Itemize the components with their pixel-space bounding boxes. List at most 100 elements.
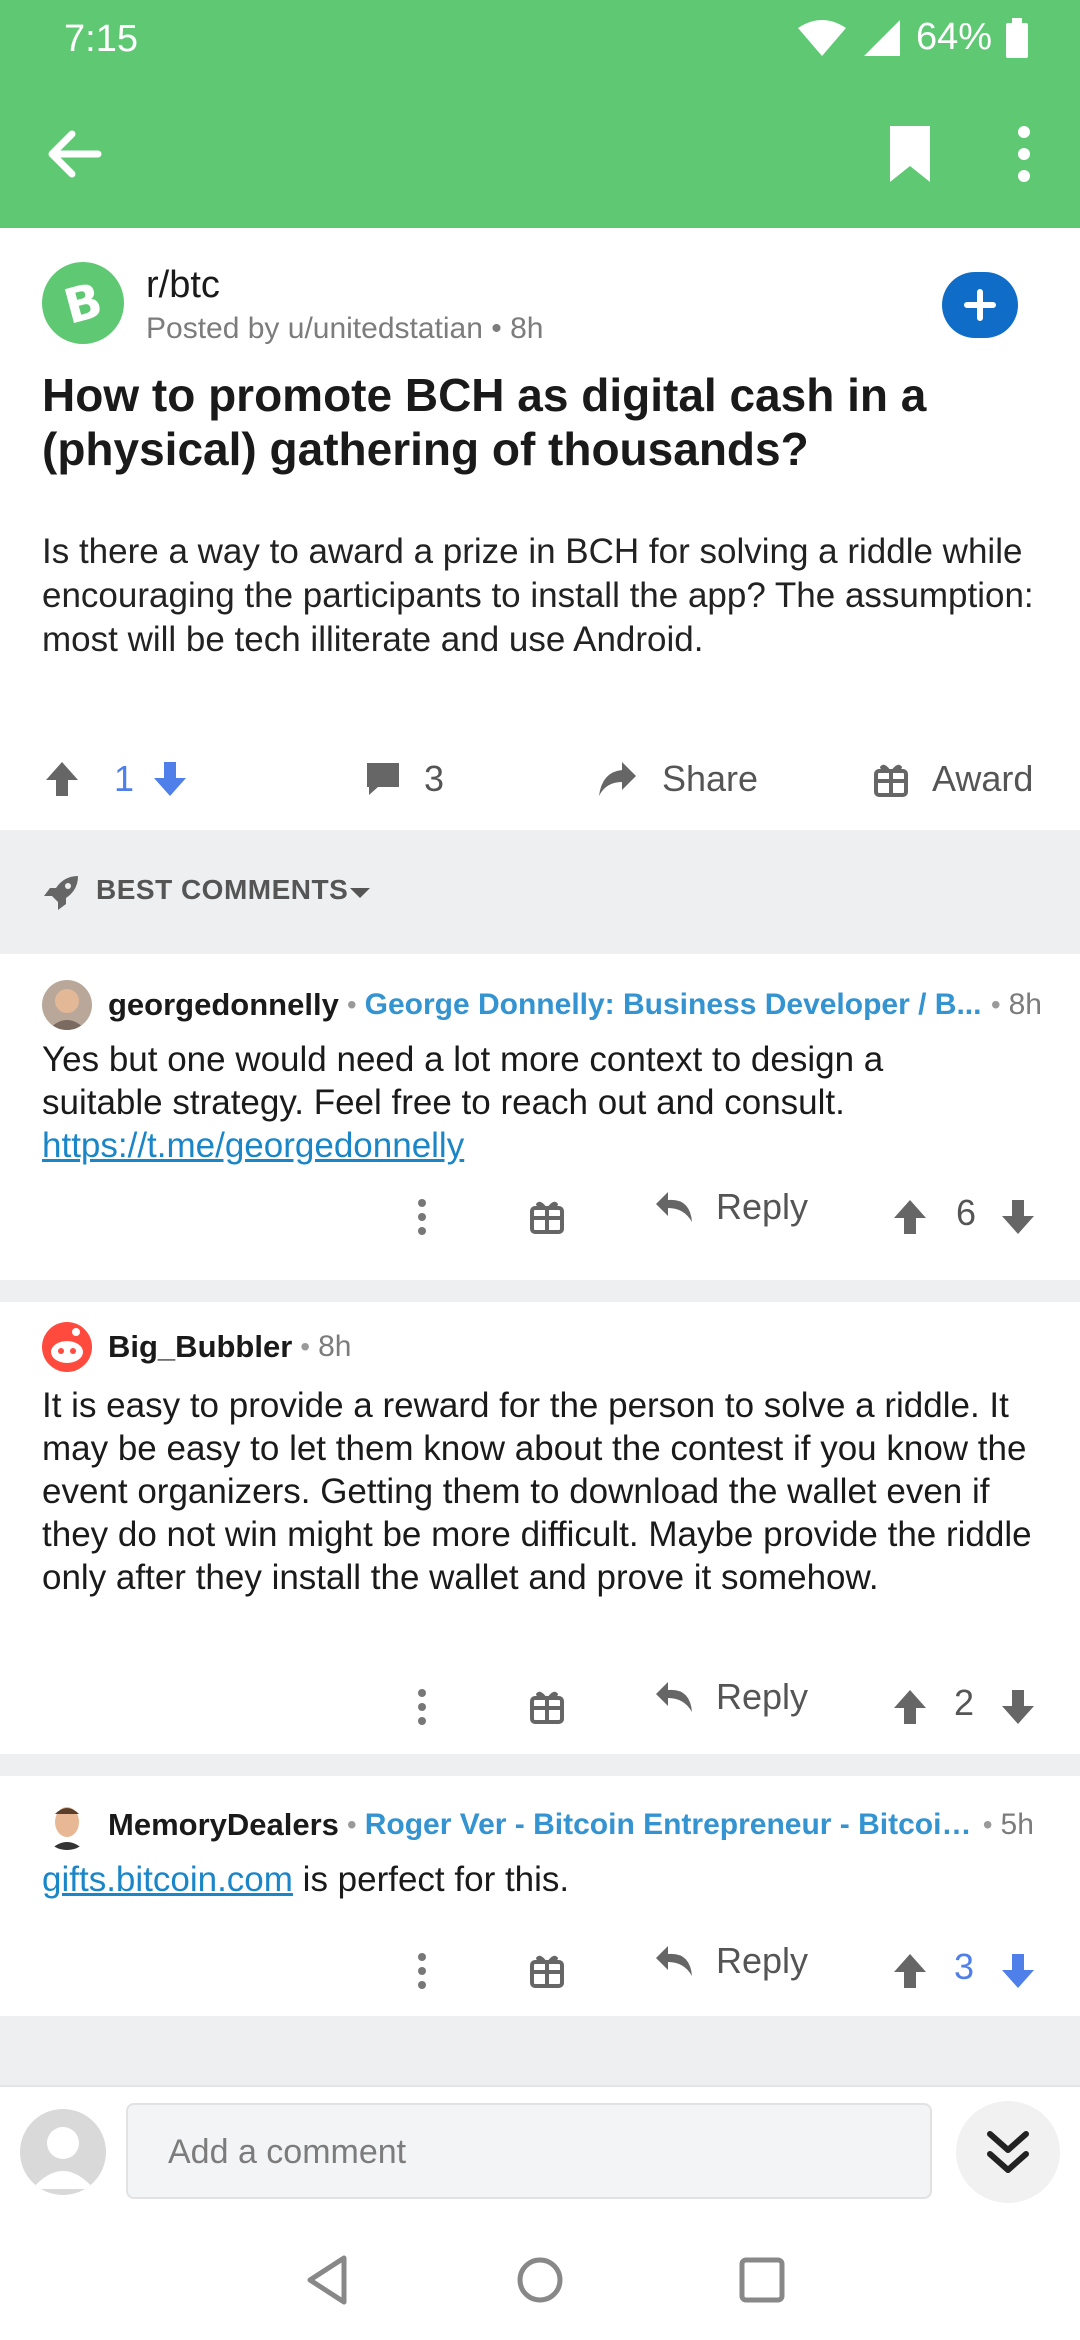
more-options-icon[interactable] — [414, 1198, 430, 1236]
comment-item: Big_Bubbler • 8h It is easy to provide a… — [0, 1302, 1080, 1754]
comment-body: gifts.bitcoin.com is perfect for this. — [42, 1858, 1052, 1901]
comment-actions: Reply 6 — [0, 1176, 1080, 1256]
nav-recents-icon[interactable] — [734, 2252, 790, 2308]
comment-score: 3 — [954, 1946, 975, 1987]
comment-actions: Reply 2 — [0, 1666, 1080, 1746]
upvote-icon[interactable] — [892, 1688, 928, 1726]
upvote-icon[interactable] — [44, 760, 80, 798]
svg-text:B: B — [58, 274, 108, 332]
gift-icon[interactable] — [530, 1952, 564, 1988]
reply-label: Reply — [716, 1186, 809, 1227]
user-photo-icon — [42, 1800, 92, 1850]
nav-home-icon[interactable] — [512, 2252, 568, 2308]
post-actions: 1 3 Share Award — [0, 728, 1080, 828]
wifi-icon — [797, 19, 846, 56]
system-nav-bar — [0, 2216, 1080, 2340]
comment-age: 8h — [318, 1330, 352, 1363]
post-title: How to promote BCH as digital cash in a … — [42, 369, 927, 475]
upvote-icon[interactable] — [892, 1952, 928, 1990]
award-button[interactable]: Award — [874, 758, 1033, 800]
downvote-icon[interactable] — [152, 760, 188, 798]
double-chevron-down-icon — [987, 2131, 1029, 2173]
reply-button[interactable]: Reply — [654, 1186, 808, 1228]
more-options-icon[interactable] — [1002, 122, 1046, 186]
avatar[interactable] — [20, 2109, 106, 2195]
comments-button[interactable]: 3 — [364, 758, 444, 800]
comment-username[interactable]: georgedonnelly — [108, 987, 339, 1023]
comment-age: 5h — [1000, 1808, 1034, 1841]
comment-actions: Reply 3 — [0, 1930, 1080, 2010]
post-author[interactable]: Posted by u/unitedstatian — [146, 312, 483, 345]
gift-icon — [874, 764, 908, 797]
post-card: B r/btc Posted by u/unitedstatian • 8h H… — [0, 228, 1080, 828]
more-options-icon[interactable] — [414, 1952, 430, 1990]
comment-input[interactable]: Add a comment — [126, 2103, 932, 2199]
reply-label: Reply — [716, 1940, 809, 1981]
more-options-icon[interactable] — [414, 1688, 430, 1726]
award-label: Award — [932, 758, 1034, 799]
upvote-icon[interactable] — [892, 1198, 928, 1236]
reply-icon — [656, 1192, 692, 1222]
comment-body: It is easy to provide a reward for the p… — [42, 1386, 1032, 1597]
gift-icon[interactable] — [530, 1688, 564, 1724]
avatar[interactable] — [42, 1322, 92, 1372]
join-subreddit-button[interactable] — [942, 272, 1018, 338]
comment-header: MemoryDealers • Roger Ver - Bitcoin Entr… — [42, 1800, 1042, 1850]
status-time: 7:15 — [64, 18, 138, 60]
comment-link[interactable]: gifts.bitcoin.com — [42, 1860, 293, 1899]
share-arrow-icon — [599, 762, 636, 796]
sort-label: BEST COMMENTS — [96, 874, 349, 905]
post-meta: Posted by u/unitedstatian • 8h — [146, 312, 544, 345]
avatar[interactable] — [42, 1800, 92, 1850]
bookmark-icon[interactable] — [880, 122, 940, 186]
comment-item: MemoryDealers • Roger Ver - Bitcoin Entr… — [0, 1776, 1080, 2016]
comment-sort-bar[interactable]: BEST COMMENTS — [0, 830, 1080, 954]
comment-text: Yes but one would need a lot more contex… — [42, 1040, 884, 1122]
back-arrow-icon[interactable] — [44, 124, 104, 184]
user-flair: George Donnelly: Business Developer / B.… — [364, 988, 982, 1021]
comment-body: Yes but one would need a lot more contex… — [42, 1038, 962, 1167]
downvote-icon[interactable] — [1000, 1952, 1036, 1990]
comment-score: 2 — [954, 1682, 975, 1723]
share-button[interactable]: Share — [596, 758, 758, 800]
rocket-icon — [44, 876, 78, 910]
chevron-down-icon — [350, 888, 370, 898]
comment-header: georgedonnelly • George Donnelly: Busine… — [42, 980, 1042, 1030]
reply-button[interactable]: Reply — [654, 1940, 808, 1982]
comments-end-spacer — [0, 2016, 1080, 2085]
downvote-icon[interactable] — [1000, 1688, 1036, 1726]
downvote-icon[interactable] — [1000, 1198, 1036, 1236]
comment-score: 6 — [956, 1192, 977, 1233]
nav-back-icon[interactable] — [300, 2252, 356, 2308]
post-age: 8h — [510, 312, 544, 345]
status-icons: 64% — [796, 16, 1028, 59]
status-bar: 7:15 64% — [0, 0, 1080, 84]
comment-username[interactable]: Big_Bubbler — [108, 1329, 292, 1365]
comment-icon — [367, 763, 399, 795]
snoo-avatar-icon — [42, 1322, 92, 1372]
divider — [0, 1754, 1080, 1776]
next-comment-button[interactable] — [956, 2101, 1060, 2203]
user-photo-icon — [42, 980, 92, 1030]
avatar[interactable] — [42, 980, 92, 1030]
app-bar — [0, 100, 1080, 210]
battery-level: 64% — [915, 16, 992, 58]
post-body: Is there a way to award a prize in BCH f… — [42, 532, 1034, 659]
user-flair: Roger Ver - Bitcoin Entrepreneur - Bitco… — [364, 1808, 975, 1841]
comment-composer: Add a comment — [0, 2085, 1080, 2215]
plus-icon — [964, 289, 996, 321]
reply-label: Reply — [716, 1676, 809, 1717]
comment-link[interactable]: https://t.me/georgedonnelly — [42, 1126, 464, 1165]
comment-username[interactable]: MemoryDealers — [108, 1807, 339, 1843]
subreddit-icon[interactable]: B — [42, 262, 124, 344]
comment-count: 3 — [424, 758, 445, 799]
comment-text: is perfect for this. — [292, 1860, 570, 1899]
subreddit-name[interactable]: r/btc — [146, 264, 220, 307]
bitcoin-cash-icon: B — [58, 274, 108, 332]
comment-header: Big_Bubbler • 8h — [42, 1322, 351, 1372]
reply-icon — [656, 1682, 692, 1712]
reply-icon — [656, 1946, 692, 1976]
divider — [0, 1280, 1080, 1302]
reply-button[interactable]: Reply — [654, 1676, 808, 1718]
gift-icon[interactable] — [530, 1198, 564, 1234]
